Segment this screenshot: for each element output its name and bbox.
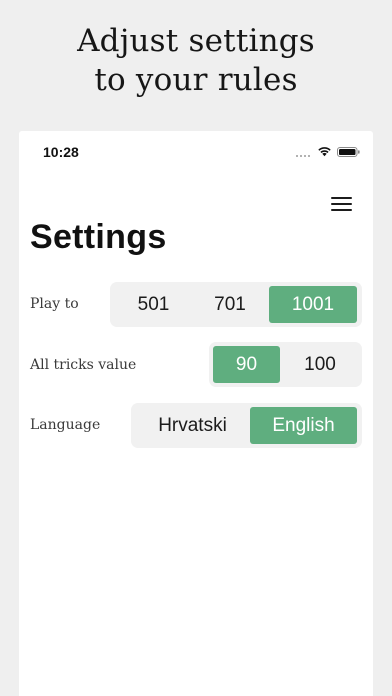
all-tricks-value-segmented-control: 90 100: [209, 342, 362, 387]
page-title: Settings: [30, 218, 167, 256]
battery-icon: [337, 147, 360, 157]
play-to-label: Play to: [30, 296, 79, 312]
language-option-hrvatski[interactable]: Hrvatski: [135, 407, 250, 444]
promo-headline-line-2: to your rules: [94, 62, 298, 98]
all-tricks-value-option-100[interactable]: 100: [283, 346, 357, 383]
promo-headline: Adjust settings to your rules: [0, 22, 392, 100]
phone-screen: 10:28 Settings Play to 501 701 1001 All …: [19, 131, 373, 696]
signal-dots-icon: [296, 155, 312, 158]
hamburger-menu-icon[interactable]: [330, 195, 354, 213]
wifi-icon: [318, 147, 331, 157]
play-to-option-1001[interactable]: 1001: [269, 286, 357, 323]
language-segmented-control: Hrvatski English: [131, 403, 362, 448]
play-to-segmented-control: 501 701 1001: [110, 282, 362, 327]
promo-headline-line-1: Adjust settings: [77, 23, 315, 59]
all-tricks-value-label: All tricks value: [30, 357, 137, 373]
play-to-option-701[interactable]: 701: [194, 286, 266, 323]
language-label: Language: [30, 417, 101, 433]
play-to-option-501[interactable]: 501: [113, 286, 194, 323]
all-tricks-value-option-90[interactable]: 90: [213, 346, 280, 383]
language-option-english[interactable]: English: [250, 407, 357, 444]
status-bar-time: 10:28: [43, 144, 79, 160]
